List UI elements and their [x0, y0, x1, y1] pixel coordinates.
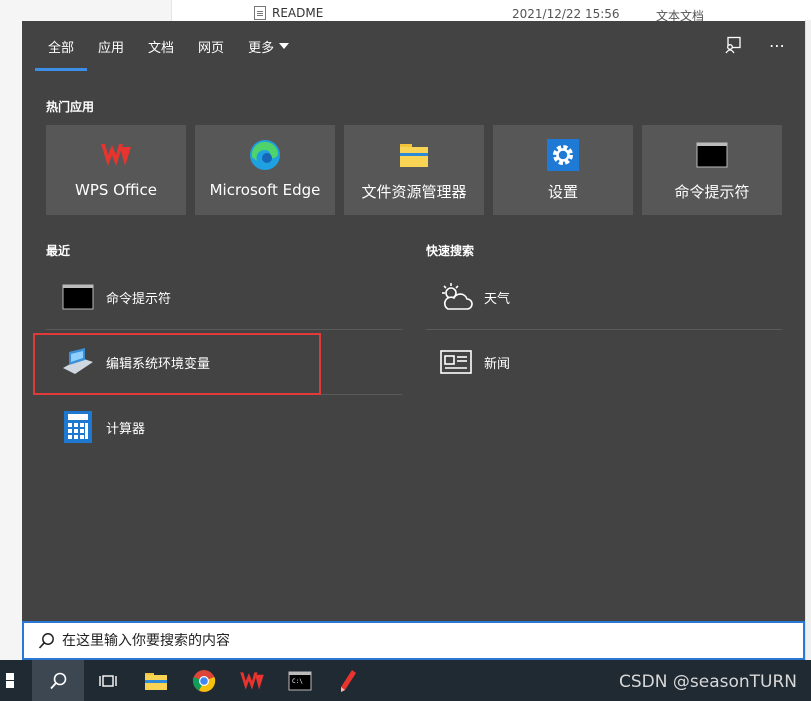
edge-icon [249, 139, 281, 171]
app-tile-file-explorer[interactable]: 文件资源管理器 [344, 125, 484, 215]
start-button[interactable] [0, 660, 22, 701]
recent-item-cmd[interactable]: 命令提示符 [46, 265, 402, 329]
tab-more[interactable]: 更多 [236, 21, 301, 71]
settings-icon [547, 139, 579, 171]
quick-search-news[interactable]: 新闻 [426, 330, 782, 394]
taskbar-chrome-icon[interactable] [180, 660, 228, 701]
recent-title: 最近 [46, 244, 71, 258]
wps-icon [100, 139, 132, 171]
feedback-icon[interactable] [723, 35, 743, 55]
cmd-icon [60, 279, 96, 315]
news-icon [438, 344, 474, 380]
quick-search-list: 天气 新闻 [426, 265, 782, 394]
task-view-icon[interactable] [84, 660, 132, 701]
cmd-icon [696, 139, 728, 171]
taskbar-search-button[interactable] [32, 660, 84, 701]
more-options-icon[interactable]: ⋯ [767, 35, 787, 55]
tab-apps[interactable]: 应用 [86, 21, 136, 71]
file-row[interactable]: README [254, 4, 323, 22]
hot-apps-title: 热门应用 [46, 100, 95, 114]
chevron-down-icon [279, 43, 290, 49]
text-file-icon [254, 6, 266, 20]
file-explorer-icon [398, 139, 430, 171]
app-tile-wps[interactable]: WPS Office [46, 125, 186, 215]
search-input[interactable] [62, 632, 662, 649]
file-date: 2021/12/22 15:56 [512, 7, 620, 21]
watermark: CSDN @seasonTURN [619, 672, 797, 692]
calculator-icon [60, 409, 96, 445]
recent-item-calculator[interactable]: 计算器 [46, 395, 402, 459]
taskbar-wps-icon[interactable] [228, 660, 276, 701]
search-tabs: 全部 应用 文档 网页 更多 [22, 21, 805, 71]
app-tile-cmd[interactable]: 命令提示符 [642, 125, 782, 215]
search-panel: 全部 应用 文档 网页 更多 ⋯ 热门应用 WPS Office Microso… [22, 21, 805, 621]
tab-documents[interactable]: 文档 [136, 21, 186, 71]
scrollbar[interactable] [805, 20, 811, 660]
taskbar: C:\ CSDN @seasonTURN [0, 660, 811, 701]
weather-icon [438, 279, 474, 315]
app-tile-edge[interactable]: Microsoft Edge [195, 125, 335, 215]
app-tile-settings[interactable]: 设置 [493, 125, 633, 215]
taskbar-pen-icon[interactable] [324, 660, 372, 701]
tab-all[interactable]: 全部 [34, 21, 88, 71]
tab-web[interactable]: 网页 [186, 21, 236, 71]
file-name: README [272, 6, 324, 20]
taskbar-cmd-icon[interactable]: C:\ [276, 660, 324, 701]
hot-apps-tiles: WPS Office Microsoft Edge 文件资源管理器 设置 命令提… [46, 125, 782, 215]
quick-search-title: 快速搜索 [426, 244, 475, 258]
search-icon [38, 632, 56, 650]
search-bar [22, 621, 805, 660]
svg-text:C:\: C:\ [292, 678, 303, 685]
quick-search-weather[interactable]: 天气 [426, 265, 782, 329]
highlight-box-env-vars [33, 333, 321, 395]
taskbar-file-explorer-icon[interactable] [132, 660, 180, 701]
